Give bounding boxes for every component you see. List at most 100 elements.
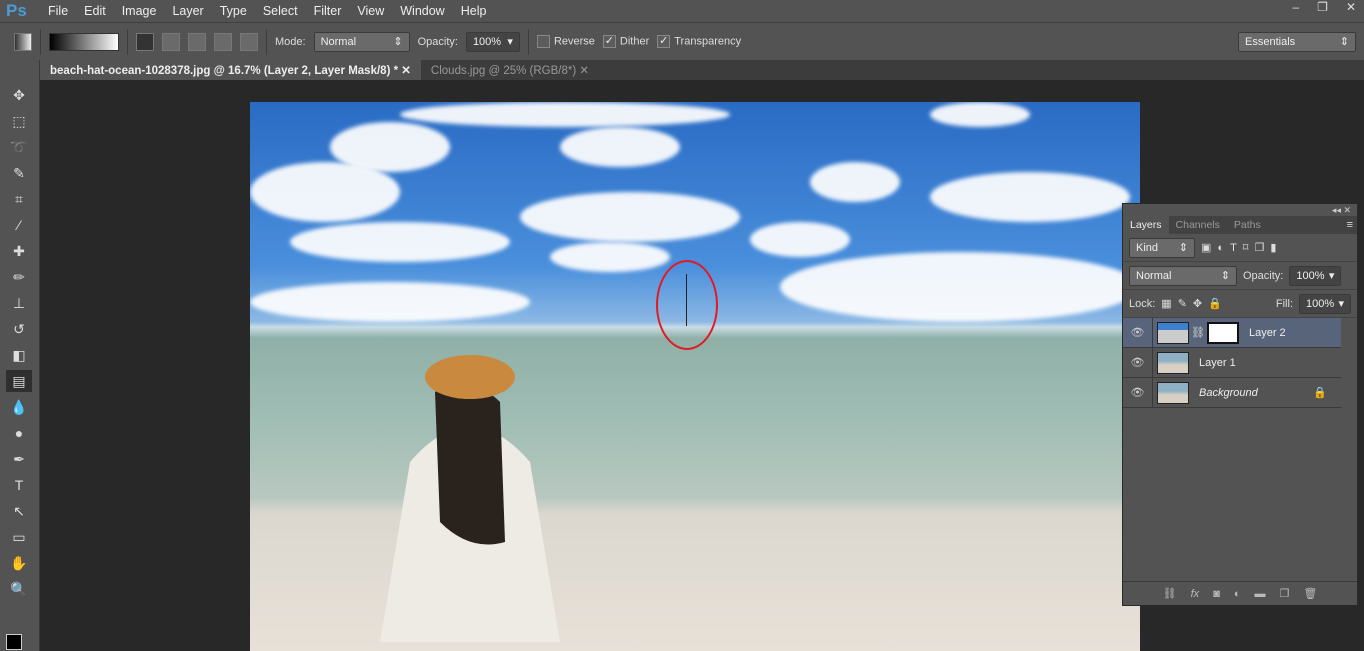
workspace-select[interactable]: Essentials ⇕ (1238, 31, 1356, 52)
tab-channels[interactable]: Channels (1169, 216, 1227, 234)
link-layers-icon[interactable]: ⛓ (1163, 587, 1177, 600)
layer-row[interactable]: 👁 ⛓ Layer 2 (1123, 318, 1341, 348)
lock-pixels-icon[interactable]: ✎ (1178, 297, 1187, 310)
marquee-tool-icon[interactable]: ⬚ (6, 110, 32, 132)
eraser-tool-icon[interactable]: ◧ (6, 344, 32, 366)
lock-icon: 🔒 (1313, 387, 1327, 399)
reflected-gradient-button[interactable] (214, 32, 232, 51)
gradient-drag-line (686, 274, 687, 326)
restore-button[interactable]: ❐ (1317, 0, 1328, 14)
photoshop-logo: Ps (6, 1, 27, 20)
visibility-eye-icon[interactable]: 👁 (1123, 348, 1153, 377)
angle-gradient-button[interactable] (188, 32, 206, 51)
delete-layer-icon[interactable]: 🗑 (1303, 587, 1317, 600)
rectangle-tool-icon[interactable]: ▭ (6, 526, 32, 548)
layers-panel: ◂◂ ✕ Layers Channels Paths ≡ Kind ⇕ ▣ ◐ T… (1122, 203, 1358, 606)
menu-image[interactable]: Image (114, 4, 165, 18)
dither-checkbox[interactable]: ✓ Dither (602, 35, 649, 48)
adjustment-layer-icon[interactable]: ◐ (1234, 588, 1241, 600)
add-mask-icon[interactable]: ◙ (1213, 588, 1220, 600)
lock-all-icon[interactable]: 🔒 (1208, 297, 1222, 310)
blur-tool-icon[interactable]: 💧 (6, 396, 32, 418)
menu-filter[interactable]: Filter (306, 4, 350, 18)
layer-name: Background (1199, 386, 1258, 399)
dodge-tool-icon[interactable]: ● (6, 422, 32, 444)
gradient-tool-icon[interactable]: ▤ (6, 370, 32, 392)
tool-preset-picker[interactable] (14, 32, 32, 51)
filter-pixel-icon[interactable]: ▣ (1201, 241, 1211, 254)
menu-file[interactable]: File (40, 4, 76, 18)
filter-smart-object-icon[interactable]: ❐ (1254, 241, 1264, 254)
layer-row[interactable]: 👁 Background 🔒 (1123, 378, 1341, 408)
pen-tool-icon[interactable]: ✒ (6, 448, 32, 470)
panel-menu-icon[interactable]: ≡ (1343, 216, 1357, 234)
quick-select-tool-icon[interactable]: ✎ (6, 162, 32, 184)
fill-input[interactable]: 100% ▾ (1299, 293, 1351, 314)
menu-type[interactable]: Type (212, 4, 255, 18)
path-select-icon[interactable]: ↖ (6, 500, 32, 522)
visibility-eye-icon[interactable]: 👁 (1123, 318, 1153, 347)
tab-beach-hat-ocean[interactable]: beach-hat-ocean-1028378.jpg @ 16.7% (Lay… (40, 60, 421, 80)
tab-paths[interactable]: Paths (1227, 216, 1268, 234)
tab-clouds[interactable]: Clouds.jpg @ 25% (RGB/8*) ✕ (421, 60, 599, 80)
mode-label: Mode: (275, 35, 306, 48)
fx-icon[interactable]: fx (1191, 588, 1200, 600)
layer-opacity-input[interactable]: 100% ▾ (1289, 265, 1342, 286)
tab-layers[interactable]: Layers (1123, 216, 1169, 234)
close-button[interactable]: ✕ (1346, 0, 1356, 14)
eyedropper-tool-icon[interactable]: ⁄ (6, 214, 32, 236)
crop-tool-icon[interactable]: ⌗ (6, 188, 32, 210)
menu-select[interactable]: Select (255, 4, 306, 18)
lock-position-icon[interactable]: ✥ (1193, 297, 1202, 310)
layer-row[interactable]: 👁 Layer 1 (1123, 348, 1341, 378)
layer-thumbnail (1157, 381, 1189, 404)
type-tool-icon[interactable]: T (6, 474, 32, 496)
history-brush-icon[interactable]: ↺ (6, 318, 32, 340)
menu-window[interactable]: Window (392, 4, 452, 18)
menu-help[interactable]: Help (453, 4, 495, 18)
menu-view[interactable]: View (349, 4, 392, 18)
brush-tool-icon[interactable]: ✏ (6, 266, 32, 288)
annotation-circle (656, 260, 718, 350)
layer-thumbnail (1157, 351, 1189, 374)
gradient-picker[interactable] (49, 32, 119, 51)
lasso-tool-icon[interactable]: ➰ (6, 136, 32, 158)
close-icon[interactable]: ✕ (401, 65, 411, 77)
diamond-gradient-button[interactable] (240, 32, 258, 51)
close-icon[interactable]: ✕ (579, 65, 589, 77)
filter-toggle[interactable]: ▮ (1270, 241, 1276, 254)
new-layer-icon[interactable]: ❐ (1280, 587, 1290, 600)
radial-gradient-button[interactable] (162, 32, 180, 51)
opacity-label: Opacity: (1243, 269, 1284, 282)
layer-name: Layer 2 (1248, 326, 1286, 339)
mode-select[interactable]: Normal ⇕ (313, 31, 410, 52)
healing-brush-icon[interactable]: ✚ (6, 240, 32, 262)
menu-edit[interactable]: Edit (76, 4, 114, 18)
new-group-icon[interactable]: ▬ (1255, 588, 1266, 600)
filter-adjustment-icon[interactable]: ◐ (1217, 242, 1224, 254)
kind-filter-select[interactable]: Kind ⇕ (1129, 237, 1195, 258)
filter-type-icon[interactable]: T (1230, 242, 1237, 254)
linear-gradient-button[interactable] (136, 32, 154, 51)
blend-mode-select[interactable]: Normal ⇕ (1129, 265, 1237, 286)
zoom-tool-icon[interactable]: 🔍 (6, 578, 32, 600)
opacity-input[interactable]: 100% ▾ (465, 31, 520, 52)
options-bar: Mode: Normal ⇕ Opacity: 100% ▾ Reverse ✓ Di… (0, 22, 1364, 60)
link-icon[interactable]: ⛓ (1191, 326, 1205, 339)
menu-layer[interactable]: Layer (164, 4, 211, 18)
hand-tool-icon[interactable]: ✋ (6, 552, 32, 574)
move-tool-icon[interactable]: ✥ (6, 84, 32, 106)
document-canvas[interactable] (250, 102, 1140, 651)
filter-shape-icon[interactable]: ⌑ (1243, 241, 1249, 254)
woman-figure (380, 355, 560, 642)
foreground-color-swatch[interactable] (6, 634, 22, 650)
lock-transparent-icon[interactable]: ▦ (1161, 297, 1171, 310)
clone-stamp-icon[interactable]: ⊥ (6, 292, 32, 314)
transparency-checkbox[interactable]: ✓ Transparency (657, 35, 741, 48)
layer-mask-thumbnail[interactable] (1206, 321, 1239, 344)
minimize-button[interactable]: – (1292, 0, 1299, 14)
document-tabs: beach-hat-ocean-1028378.jpg @ 16.7% (Lay… (40, 60, 1364, 80)
collapse-panel-icon[interactable]: ◂◂ ✕ (1332, 205, 1351, 216)
visibility-eye-icon[interactable]: 👁 (1123, 378, 1153, 407)
reverse-checkbox[interactable]: Reverse (536, 35, 595, 48)
